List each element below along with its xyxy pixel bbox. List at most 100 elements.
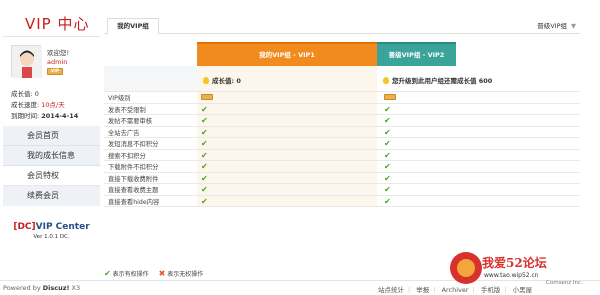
row-label: 直接查看hide内容 — [108, 198, 160, 206]
vip2-cell — [377, 92, 580, 103]
table-row: VIP级别 — [104, 92, 580, 104]
cross-icon: ✖ — [158, 269, 166, 278]
vip1-cell: ✔ — [197, 161, 377, 172]
upgrade-group-selector[interactable]: 晋级VIP组 ▼ — [537, 20, 576, 30]
table-header-row: 我的VIP组 - VIP1 晋级VIP组 - VIP2 — [104, 42, 580, 66]
legend-yes-text: 表示有权操作 — [112, 271, 149, 278]
growth-row: 成长值: 0 您升级到此用户组还需成长值 600 — [104, 66, 580, 92]
vip1-cell: ✔ — [197, 184, 377, 195]
table-row: 发帖不需要审核 ✔ ✔ — [104, 115, 580, 127]
footer-copyright: Comsenz Inc. — [546, 280, 583, 286]
vip1-cell: ✔ — [197, 103, 377, 114]
vip1-cell: ✔ — [197, 115, 377, 126]
vip1-growth: 成长值: 0 — [203, 75, 241, 85]
stat-label: 成长值: — [11, 90, 35, 98]
table-row: 全站去广告 ✔ ✔ — [104, 126, 580, 138]
menu-item-privileges[interactable]: 会员特权 — [3, 166, 100, 186]
vip1-column-header: 我的VIP组 - VIP1 — [197, 42, 377, 66]
powered-prefix: Powered by — [3, 284, 43, 292]
plugin-prefix: [DC] — [13, 222, 36, 232]
table-row: 发短消息不扣积分 ✔ ✔ — [104, 138, 580, 150]
row-label: 直接查看收费主题 — [108, 187, 159, 194]
watermark-text: 我爱52论坛 — [482, 256, 547, 270]
vip2-column-header: 晋级VIP组 - VIP2 — [377, 42, 456, 66]
vip1-growth-text: 成长值: 0 — [212, 77, 241, 85]
check-icon: ✔ — [104, 269, 111, 278]
vip2-growth-cell: 您升级到此用户组还需成长值 600 — [377, 66, 580, 91]
vip1-growth-cell: 成长值: 0 — [197, 66, 377, 91]
footer-link-report[interactable]: 举报 — [416, 286, 429, 294]
user-profile: 欢迎您! admin VIP — [3, 43, 100, 87]
vip1-cell: ✔ — [197, 195, 377, 206]
menu-item-home[interactable]: 会员首页 — [3, 126, 100, 146]
tab-my-vip-group[interactable]: 我的VIP组 — [107, 18, 159, 35]
check-icon: ✔ — [384, 196, 391, 206]
avatar[interactable] — [11, 45, 42, 78]
growth-speed-stat: 成长速度: 10点/天 — [11, 100, 100, 111]
powered-by: Powered by Discuz! X3 — [3, 284, 80, 292]
stat-value: 10点/天 — [41, 101, 65, 109]
table-row: 直接下载收费附件 ✔ ✔ — [104, 172, 580, 184]
table-row: 搜索不扣积分 ✔ ✔ — [104, 149, 580, 161]
vip-level-icon — [201, 94, 213, 100]
watermark-url: www.tao.wip52.cn — [484, 272, 539, 279]
check-icon: ✔ — [201, 150, 208, 160]
check-icon: ✔ — [201, 127, 208, 137]
vip1-cell: ✔ — [197, 126, 377, 137]
vip-menu: 会员首页 我的成长信息 会员特权 续费会员 — [3, 126, 100, 206]
stat-label: 成长速度: — [11, 101, 42, 109]
expiry-date-stat: 到期时间: 2014-4-14 — [11, 111, 100, 122]
check-icon: ✔ — [201, 162, 208, 171]
vip1-cell: ✔ — [197, 172, 377, 183]
plugin-version: Ver 1.0.1 DC. — [33, 234, 70, 240]
vip1-cell — [197, 92, 377, 103]
legend-no-text: 表示无权操作 — [167, 271, 204, 278]
tab-bar: 我的VIP组 晋级VIP组 ▼ — [104, 14, 580, 35]
footer-link-stats[interactable]: 站点统计 — [378, 286, 404, 294]
divider: | — [408, 286, 411, 294]
table-row: 下载附件不扣积分 ✔ ✔ — [104, 161, 580, 173]
check-icon: ✔ — [201, 116, 208, 125]
stat-value: 0 — [34, 90, 39, 98]
growth-value-stat: 成长值: 0 — [11, 89, 100, 100]
row-label: 发帖不需要审核 — [108, 118, 153, 125]
plugin-name: [DC]VIP Center — [3, 222, 100, 232]
check-icon: ✔ — [384, 127, 391, 137]
username-link[interactable]: admin — [47, 58, 67, 66]
row-label: 发短消息不扣积分 — [108, 141, 159, 148]
check-icon: ✔ — [384, 150, 391, 160]
check-icon: ✔ — [384, 104, 391, 114]
vip-stats: 成长值: 0 成长速度: 10点/天 到期时间: 2014-4-14 — [3, 89, 100, 122]
vip-center-title: VIP 中心 — [25, 15, 90, 33]
menu-item-growth-info[interactable]: 我的成长信息 — [3, 146, 100, 166]
watermark-logo-icon — [450, 252, 482, 284]
powered-version: X3 — [69, 284, 81, 292]
check-icon: ✔ — [201, 185, 208, 194]
vip1-cell: ✔ — [197, 149, 377, 160]
row-label: 直接下载收费附件 — [108, 175, 159, 183]
divider: | — [433, 286, 436, 294]
vip-level-icon — [384, 94, 396, 100]
discuz-link[interactable]: Discuz! — [43, 284, 70, 292]
vip-center-title-bar: VIP 中心 — [3, 3, 100, 37]
stat-label: 到期时间: — [11, 112, 42, 120]
check-icon: ✔ — [201, 196, 208, 206]
chevron-down-icon: ▼ — [571, 22, 576, 30]
upgrade-group-label: 晋级VIP组 — [537, 22, 567, 30]
vip2-growth: 您升级到此用户组还需成长值 600 — [383, 75, 492, 85]
row-label: 下载附件不扣积分 — [108, 164, 159, 171]
vip2-cell: ✔ — [377, 172, 580, 183]
menu-item-renew[interactable]: 续费会员 — [3, 186, 100, 206]
lightbulb-icon — [203, 77, 209, 84]
welcome-text: 欢迎您! — [47, 49, 70, 57]
plugin-credit: [DC]VIP Center Ver 1.0.1 DC. — [3, 222, 100, 240]
avatar-icon — [12, 46, 42, 78]
check-icon: ✔ — [201, 104, 208, 114]
plugin-title: VIP Center — [35, 222, 90, 232]
row-label: 搜索不扣积分 — [108, 152, 146, 160]
check-icon: ✔ — [201, 139, 208, 148]
vip-sidebar: VIP 中心 欢迎您! admin VIP 成长值: 0 成长速度: 10点/天… — [3, 3, 100, 265]
permission-legend: ✔ 表示有权操作 ✖ 表示无权操作 — [104, 269, 203, 278]
vip2-cell: ✔ — [377, 195, 580, 206]
check-icon: ✔ — [384, 173, 391, 183]
